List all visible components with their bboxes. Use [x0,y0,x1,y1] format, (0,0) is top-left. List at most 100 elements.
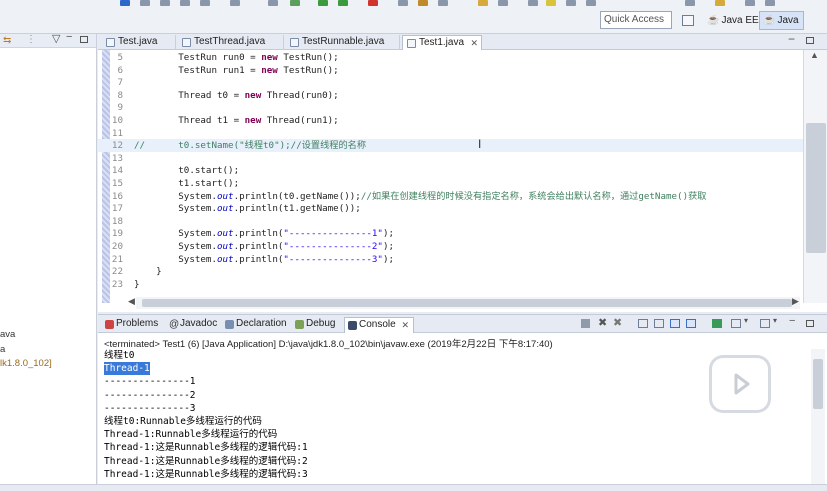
toolbar-icon[interactable] [685,0,695,6]
toolbar-icon[interactable] [268,0,278,6]
quick-access-input[interactable]: Quick Access [600,11,672,29]
minimize-icon[interactable]: − [789,315,795,327]
toolbar-icon[interactable] [180,0,190,6]
pin-console-icon[interactable] [712,319,722,328]
nav-icon[interactable] [765,0,775,6]
scroll-left-icon[interactable]: ◀ [128,296,135,307]
tab-testrunnable-java[interactable]: TestRunnable.java [286,35,400,50]
line-number: 19 [111,228,123,240]
code-line[interactable]: 10 Thread t1 = new Thread(run1); [98,114,803,127]
nav-icon[interactable] [745,0,755,6]
code-editor[interactable]: 5 TestRun run0 = new TestRun(); 6 TestRun… [98,50,803,303]
stop-icon[interactable] [368,0,378,6]
code-line[interactable]: 11 [98,127,803,140]
perspective-java-ee[interactable]: ☕ Java EE [703,11,764,30]
toolbar-icon[interactable] [438,0,448,6]
code-line[interactable]: 16 System.out.println(t0.getName());//如果… [98,190,803,203]
tab-test1-java[interactable]: Test1.java ✕ [402,35,482,50]
maximize-icon[interactable] [80,36,88,43]
code-line[interactable]: 5 TestRun run0 = new TestRun(); [98,51,803,64]
chevron-down-icon[interactable]: ▾ [773,316,777,325]
scrollbar-thumb[interactable] [813,359,823,409]
package-icon[interactable] [418,0,428,6]
toolbar-icon[interactable] [230,0,240,6]
minimize-icon[interactable]: − [788,32,795,46]
highlight-icon[interactable] [546,0,556,6]
toolbar-icon[interactable] [200,0,210,6]
remove-launch-icon[interactable]: ✖ [598,316,607,329]
tree-item[interactable]: a [0,344,5,355]
toolbar-icon[interactable] [140,0,150,6]
scroll-right-icon[interactable]: ▶ [792,296,799,307]
view-menu-icon[interactable]: ⋮ [26,34,36,45]
console-output[interactable]: 线程t0 Thread-1 ---------------1 ------------… [98,349,810,485]
close-icon[interactable]: ✕ [401,318,409,332]
code-line[interactable]: 17 System.out.println(t1.getName()); [98,202,803,215]
editor-horizontal-scrollbar[interactable] [136,297,800,309]
toolbar-icon[interactable] [498,0,508,6]
toolbar-icon[interactable] [160,0,170,6]
tab-testthread-java[interactable]: TestThread.java [178,35,284,50]
code-line[interactable]: 22 } [98,265,803,278]
toolbar-icon[interactable] [528,0,538,6]
scrollbar-thumb[interactable] [142,299,792,307]
remove-all-icon[interactable]: ✖ [613,316,622,329]
editor-vertical-scrollbar[interactable]: ▲ [803,50,827,303]
video-play-overlay[interactable] [709,355,771,413]
code-line[interactable]: 15 t1.start(); [98,177,803,190]
code-line[interactable]: 23} [98,278,803,291]
maximize-icon[interactable] [806,37,814,44]
code-line[interactable]: 8 Thread t0 = new Thread(run0); [98,89,803,102]
toolbar-icon[interactable] [398,0,408,6]
word-wrap-icon[interactable] [670,319,680,328]
tab-debug[interactable]: Debug [292,317,342,333]
show-console-icon[interactable] [686,319,696,328]
chevron-down-icon[interactable]: ▾ [744,316,748,325]
tab-declaration[interactable]: Declaration [222,317,290,333]
code-line[interactable]: 7 [98,76,803,89]
perspective-java[interactable]: ☕ Java [759,11,804,30]
console-vertical-scrollbar[interactable] [811,349,825,485]
display-console-icon[interactable] [731,319,741,328]
scroll-up-icon[interactable]: ▲ [810,50,819,60]
code-line[interactable]: 18 [98,215,803,228]
line-number: 14 [111,165,123,177]
tab-label: Test1.java [419,37,465,48]
tab-problems[interactable]: Problems [102,317,164,333]
toolbar-icon[interactable] [566,0,576,6]
tab-console[interactable]: Console ✕ [344,317,414,333]
tab-javadoc[interactable]: @ Javadoc [166,317,220,333]
line-number: 11 [111,127,123,139]
code-line[interactable]: 9 [98,101,803,114]
code-line[interactable]: 19 System.out.println("---------------1"… [98,227,803,240]
debug-icon[interactable] [318,0,328,6]
close-icon[interactable]: ✕ [470,36,478,50]
tree-item[interactable]: lk1.8.0_102] [0,358,52,369]
search-icon[interactable] [120,0,130,6]
tree-item[interactable]: ava [0,329,15,340]
java-file-icon [106,38,115,47]
line-number: 9 [117,102,123,114]
run-icon[interactable] [338,0,348,6]
clear-console-icon[interactable] [638,319,648,328]
scroll-lock-icon[interactable] [654,319,664,328]
minimize-icon[interactable]: − [66,31,72,43]
code-line[interactable]: 14 t0.start(); [98,164,803,177]
open-perspective-icon[interactable] [682,15,694,26]
view-menu-icon[interactable]: ▽ [52,32,60,45]
tab-test-java[interactable]: Test.java [102,35,176,50]
code-line[interactable]: 13 [98,152,803,165]
maximize-icon[interactable] [806,320,814,327]
scrollbar-thumb[interactable] [806,123,826,253]
open-console-icon[interactable] [760,319,770,328]
folder-icon[interactable] [478,0,488,6]
toolbar-icon[interactable] [586,0,596,6]
code-line[interactable]: 21 System.out.println("---------------3"… [98,253,803,266]
terminate-icon[interactable] [581,319,590,328]
collapse-all-icon[interactable]: ⇆ [3,35,11,46]
code-line[interactable]: 12 // t0.setName("线程t0");//设置线程的名称 [98,139,803,153]
code-line[interactable]: 6 TestRun run1 = new TestRun(); [98,64,803,77]
run-icon[interactable] [290,0,300,6]
nav-icon[interactable] [715,0,725,6]
code-line[interactable]: 20 System.out.println("---------------2"… [98,240,803,253]
